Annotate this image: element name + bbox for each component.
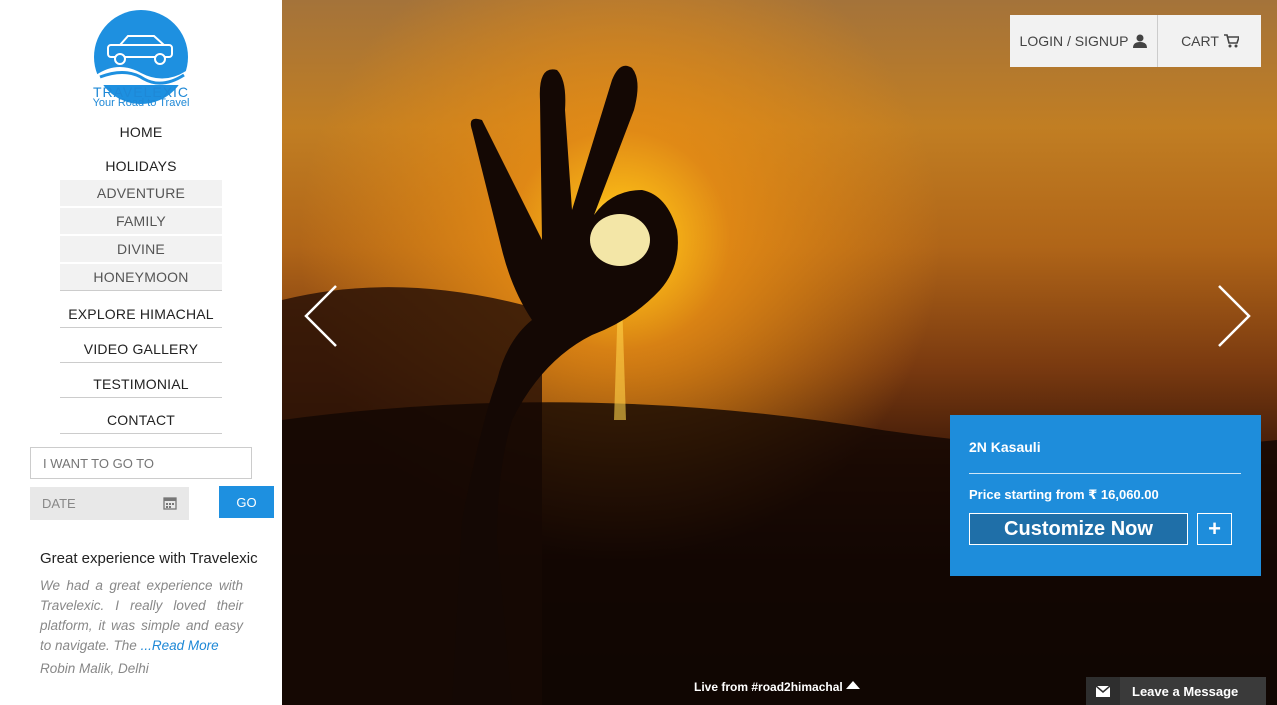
destination-input[interactable]: [30, 447, 252, 479]
package-promo-card: 2N Kasauli Price starting from ₹ 16,060.…: [950, 415, 1261, 576]
package-title[interactable]: 2N Kasauli: [969, 439, 1041, 455]
read-more-link[interactable]: ...Read More: [141, 638, 219, 653]
brand-tagline: Your Road to Travel: [92, 97, 190, 109]
nav-holidays[interactable]: HOLIDAYS: [60, 158, 222, 174]
nav-explore-himachal[interactable]: EXPLORE HIMACHAL: [60, 306, 222, 328]
sidebar: TRAVELEXIC Your Road to Travel HOME HOLI…: [0, 0, 282, 705]
rupee-icon: ₹: [1088, 487, 1098, 502]
header-actions: LOGIN / SIGNUP CART: [1010, 15, 1261, 67]
date-placeholder: DATE: [42, 496, 76, 511]
nav-contact[interactable]: CONTACT: [60, 412, 222, 434]
hero-slider: [282, 0, 1277, 705]
promo-divider: [969, 473, 1241, 474]
date-field[interactable]: DATE: [30, 487, 189, 520]
login-signup-label: LOGIN / SIGNUP: [1019, 33, 1129, 49]
testimonial-author: Robin Malik, Delhi: [40, 661, 149, 676]
nav-holidays-adventure[interactable]: ADVENTURE: [60, 180, 222, 207]
user-icon: [1133, 34, 1148, 48]
price-value: 16,060.00: [1100, 487, 1159, 502]
testimonial-title: Great experience with Travelexic: [40, 550, 258, 567]
hero-image: [282, 65, 1277, 705]
chevron-left-icon[interactable]: [300, 282, 340, 350]
add-package-button[interactable]: +: [1197, 513, 1232, 545]
nav-holidays-family[interactable]: FAMILY: [60, 208, 222, 235]
nav-holidays-honeymoon[interactable]: HONEYMOON: [60, 264, 222, 291]
cart-label: CART: [1181, 33, 1219, 49]
testimonial-body: We had a great experience with Travelexi…: [40, 576, 243, 656]
nav-home[interactable]: HOME: [60, 124, 222, 140]
price-prefix: Price starting from: [969, 487, 1085, 502]
envelope-icon: [1086, 677, 1120, 705]
caret-up-icon[interactable]: [846, 681, 860, 689]
cart-button[interactable]: CART: [1159, 15, 1261, 67]
nav-video-gallery[interactable]: VIDEO GALLERY: [60, 341, 222, 363]
login-signup-button[interactable]: LOGIN / SIGNUP: [1010, 15, 1158, 67]
cart-icon: [1223, 34, 1239, 48]
go-button[interactable]: GO: [219, 486, 274, 518]
nav-holidays-divine[interactable]: DIVINE: [60, 236, 222, 263]
leave-message-button[interactable]: Leave a Message: [1086, 677, 1266, 705]
chevron-right-icon[interactable]: [1215, 282, 1255, 350]
calendar-icon: [163, 497, 177, 510]
customize-now-button[interactable]: Customize Now: [969, 513, 1188, 545]
leave-message-label: Leave a Message: [1132, 684, 1239, 699]
live-feed-link[interactable]: Live from #road2himachal: [694, 680, 843, 694]
package-price: Price starting from ₹ 16,060.00: [969, 487, 1159, 503]
nav-testimonial[interactable]: TESTIMONIAL: [60, 376, 222, 398]
